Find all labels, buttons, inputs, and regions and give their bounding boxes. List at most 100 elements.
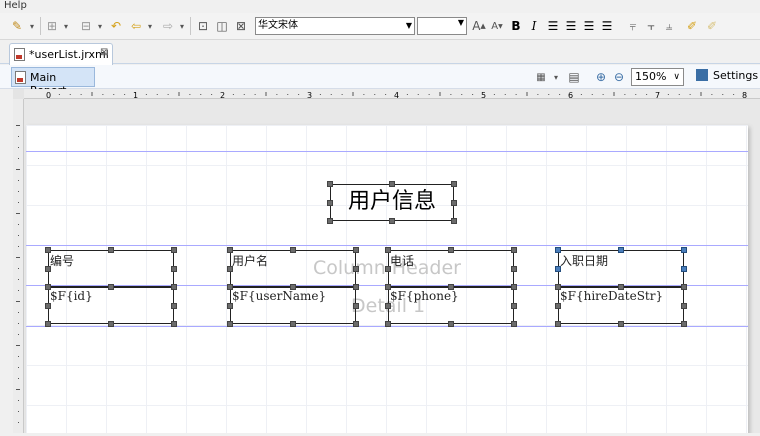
- resize-handle[interactable]: [555, 284, 561, 290]
- field-username[interactable]: $F{userName}: [230, 287, 356, 324]
- resize-handle[interactable]: [171, 302, 177, 309]
- italic-icon[interactable]: I: [528, 18, 540, 34]
- resize-handle[interactable]: [511, 321, 517, 327]
- resize-handle[interactable]: [389, 218, 395, 224]
- chevron-down-icon[interactable]: ▾: [96, 18, 104, 34]
- resize-handle[interactable]: [681, 321, 687, 327]
- resize-handle[interactable]: [511, 265, 517, 272]
- resize-handle[interactable]: [353, 302, 359, 309]
- layout-icon[interactable]: ◫: [214, 18, 230, 34]
- resize-handle[interactable]: [45, 284, 51, 290]
- zoom-out-icon[interactable]: ⊖: [612, 69, 626, 85]
- bold-icon[interactable]: B: [510, 18, 522, 34]
- title-text-field[interactable]: 用户信息: [330, 184, 454, 221]
- resize-handle[interactable]: [108, 321, 114, 327]
- chevron-down-icon[interactable]: ▾: [62, 18, 70, 34]
- field-hire-date[interactable]: $F{hireDateStr}: [558, 287, 684, 324]
- resize-handle[interactable]: [227, 284, 233, 290]
- menu-help[interactable]: Help: [4, 0, 27, 12]
- resize-handle[interactable]: [385, 321, 391, 327]
- valign-top-icon[interactable]: ⫧: [626, 18, 640, 34]
- close-icon[interactable]: ⊠: [100, 47, 108, 58]
- layout-icon[interactable]: ⊡: [195, 18, 211, 34]
- resize-handle[interactable]: [327, 218, 333, 224]
- grow-font-icon[interactable]: A ▲: [472, 18, 486, 34]
- resize-handle[interactable]: [171, 247, 177, 253]
- resize-handle[interactable]: [385, 265, 391, 272]
- resize-handle[interactable]: [511, 302, 517, 309]
- resize-handle[interactable]: [290, 321, 296, 327]
- resize-handle[interactable]: [555, 247, 561, 253]
- valign-middle-icon[interactable]: ⫟: [644, 18, 658, 34]
- align-left-icon[interactable]: ☰: [546, 18, 560, 34]
- resize-handle[interactable]: [171, 284, 177, 290]
- back-icon[interactable]: ⇦: [128, 18, 144, 34]
- align-center-icon[interactable]: ☰: [564, 18, 578, 34]
- page-view-icon[interactable]: ▤: [566, 69, 582, 85]
- resize-handle[interactable]: [555, 321, 561, 327]
- resize-handle[interactable]: [389, 181, 395, 187]
- resize-handle[interactable]: [385, 247, 391, 253]
- resize-handle[interactable]: [227, 265, 233, 272]
- resize-handle[interactable]: [171, 265, 177, 272]
- font-name-select[interactable]: 华文宋体 ▼: [255, 17, 415, 35]
- zoom-in-icon[interactable]: ⊕: [594, 69, 608, 85]
- field-phone[interactable]: $F{phone}: [388, 287, 514, 324]
- shrink-font-icon[interactable]: A ▼: [490, 18, 504, 34]
- resize-handle[interactable]: [227, 302, 233, 309]
- resize-handle[interactable]: [681, 302, 687, 309]
- resize-handle[interactable]: [108, 247, 114, 253]
- header-cell-phone[interactable]: 电话: [388, 250, 514, 287]
- resize-handle[interactable]: [290, 247, 296, 253]
- undo-icon[interactable]: ↶: [108, 18, 124, 34]
- resize-handle[interactable]: [353, 321, 359, 327]
- chevron-down-icon[interactable]: ▾: [552, 69, 560, 85]
- wrench-icon[interactable]: ✎: [8, 18, 26, 34]
- resize-handle[interactable]: [511, 247, 517, 253]
- design-canvas[interactable]: Column Header Detail 1 用户信息 编号 用户名 电话 入职…: [24, 99, 760, 433]
- resize-handle[interactable]: [681, 284, 687, 290]
- resize-handle[interactable]: [618, 284, 624, 290]
- resize-handle[interactable]: [108, 284, 114, 290]
- resize-handle[interactable]: [327, 181, 333, 187]
- resize-handle[interactable]: [353, 265, 359, 272]
- main-report-button[interactable]: Main Report: [11, 67, 95, 97]
- resize-handle[interactable]: [227, 321, 233, 327]
- valign-bottom-icon[interactable]: ⫨: [662, 18, 676, 34]
- resize-handle[interactable]: [385, 302, 391, 309]
- resize-handle[interactable]: [618, 321, 624, 327]
- align-icon[interactable]: ⊞: [44, 18, 60, 34]
- resize-handle[interactable]: [555, 302, 561, 309]
- resize-handle[interactable]: [451, 199, 457, 206]
- chevron-down-icon[interactable]: ▾: [28, 18, 36, 34]
- resize-handle[interactable]: [45, 321, 51, 327]
- resize-handle[interactable]: [327, 199, 333, 206]
- resize-handle[interactable]: [45, 302, 51, 309]
- resize-handle[interactable]: [171, 321, 177, 327]
- header-cell-id[interactable]: 编号: [48, 250, 174, 287]
- link-icon[interactable]: ✐: [704, 18, 720, 34]
- resize-handle[interactable]: [45, 247, 51, 253]
- resize-handle[interactable]: [227, 247, 233, 253]
- align-right-icon[interactable]: ☰: [582, 18, 596, 34]
- resize-handle[interactable]: [448, 284, 454, 290]
- font-size-select[interactable]: ▼: [417, 17, 467, 35]
- resize-handle[interactable]: [555, 265, 561, 272]
- resize-handle[interactable]: [290, 284, 296, 290]
- layout-icon[interactable]: ⊠: [233, 18, 249, 34]
- resize-handle[interactable]: [681, 247, 687, 253]
- settings-button[interactable]: Settings: [696, 69, 758, 82]
- header-cell-username[interactable]: 用户名: [230, 250, 356, 287]
- resize-handle[interactable]: [451, 181, 457, 187]
- resize-handle[interactable]: [385, 284, 391, 290]
- resize-handle[interactable]: [681, 265, 687, 272]
- chevron-down-icon[interactable]: ▾: [178, 18, 186, 34]
- zoom-select[interactable]: 150% ∨: [631, 68, 684, 86]
- pin-icon[interactable]: ✐: [684, 18, 700, 34]
- resize-handle[interactable]: [353, 284, 359, 290]
- justify-icon[interactable]: ☰: [600, 18, 614, 34]
- resize-handle[interactable]: [45, 265, 51, 272]
- resize-handle[interactable]: [451, 218, 457, 224]
- resize-handle[interactable]: [618, 247, 624, 253]
- forward-icon[interactable]: ⇨: [160, 18, 176, 34]
